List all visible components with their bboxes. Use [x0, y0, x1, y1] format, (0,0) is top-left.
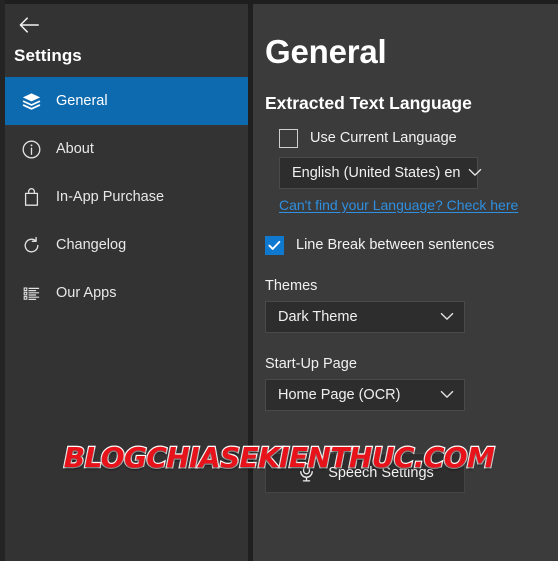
page-title: General: [265, 33, 387, 70]
themes-dropdown[interactable]: Dark Theme: [265, 300, 465, 333]
startup-page-dropdown-value: Home Page (OCR): [278, 386, 401, 403]
sidebar-item-label: Our Apps: [56, 284, 117, 301]
sidebar-item-general[interactable]: General: [0, 77, 248, 125]
speech-settings-button[interactable]: Speech Settings: [265, 452, 465, 493]
sidebar-title: Settings: [14, 46, 82, 65]
language-dropdown[interactable]: English (United States) en: [279, 156, 482, 189]
sidebar: Settings General About In-App Purchase C…: [0, 0, 248, 561]
sidebar-item-label: In-App Purchase: [56, 188, 165, 205]
chevron-down-icon: [468, 168, 482, 177]
settings-window: Settings General About In-App Purchase C…: [0, 0, 558, 561]
back-row: [0, 4, 248, 46]
startup-page-dropdown[interactable]: Home Page (OCR): [265, 378, 465, 411]
checkbox-box: [279, 128, 298, 148]
use-current-language-checkbox[interactable]: Use Current Language: [279, 128, 457, 148]
speech-settings-label: Speech Settings: [328, 464, 434, 481]
sidebar-item-our-apps[interactable]: Our Apps: [0, 269, 248, 317]
language-help-link-row: Can't find your Language? Check here: [279, 197, 518, 215]
bulleted-list-icon: [18, 280, 44, 306]
history-icon: [18, 232, 44, 258]
back-arrow-icon[interactable]: [14, 10, 44, 40]
checkbox-label: Use Current Language: [310, 130, 457, 147]
sidebar-item-changelog[interactable]: Changelog: [0, 221, 248, 269]
themes-label: Themes: [265, 277, 318, 294]
sidebar-item-in-app-purchase[interactable]: In-App Purchase: [0, 173, 248, 221]
sidebar-item-about[interactable]: About: [0, 125, 248, 173]
startup-page-label: Start-Up Page: [265, 355, 357, 372]
sidebar-item-label: About: [56, 140, 94, 157]
chevron-down-icon: [440, 312, 454, 321]
language-dropdown-value: English (United States) en: [292, 164, 461, 181]
sidebar-item-label: General: [56, 92, 108, 109]
checkbox-box: [265, 235, 284, 255]
themes-dropdown-value: Dark Theme: [278, 308, 358, 325]
line-break-checkbox[interactable]: Line Break between sentences: [265, 235, 495, 255]
sidebar-item-label: Changelog: [56, 236, 127, 253]
chevron-down-icon: [440, 390, 454, 399]
language-help-link[interactable]: Can't find your Language? Check here: [279, 197, 518, 213]
section-title-extracted-text-language: Extracted Text Language: [265, 92, 472, 113]
window-top-edge: [0, 0, 558, 4]
layers-icon: [18, 88, 44, 114]
shopping-bag-icon: [18, 184, 44, 210]
microphone-icon: [296, 462, 316, 484]
info-circle-icon: [18, 136, 44, 162]
window-left-edge: [0, 0, 5, 561]
sidebar-nav: General About In-App Purchase Changelog …: [0, 77, 248, 317]
content-panel: General Extracted Text Language Use Curr…: [253, 0, 558, 561]
checkbox-label: Line Break between sentences: [296, 237, 495, 254]
